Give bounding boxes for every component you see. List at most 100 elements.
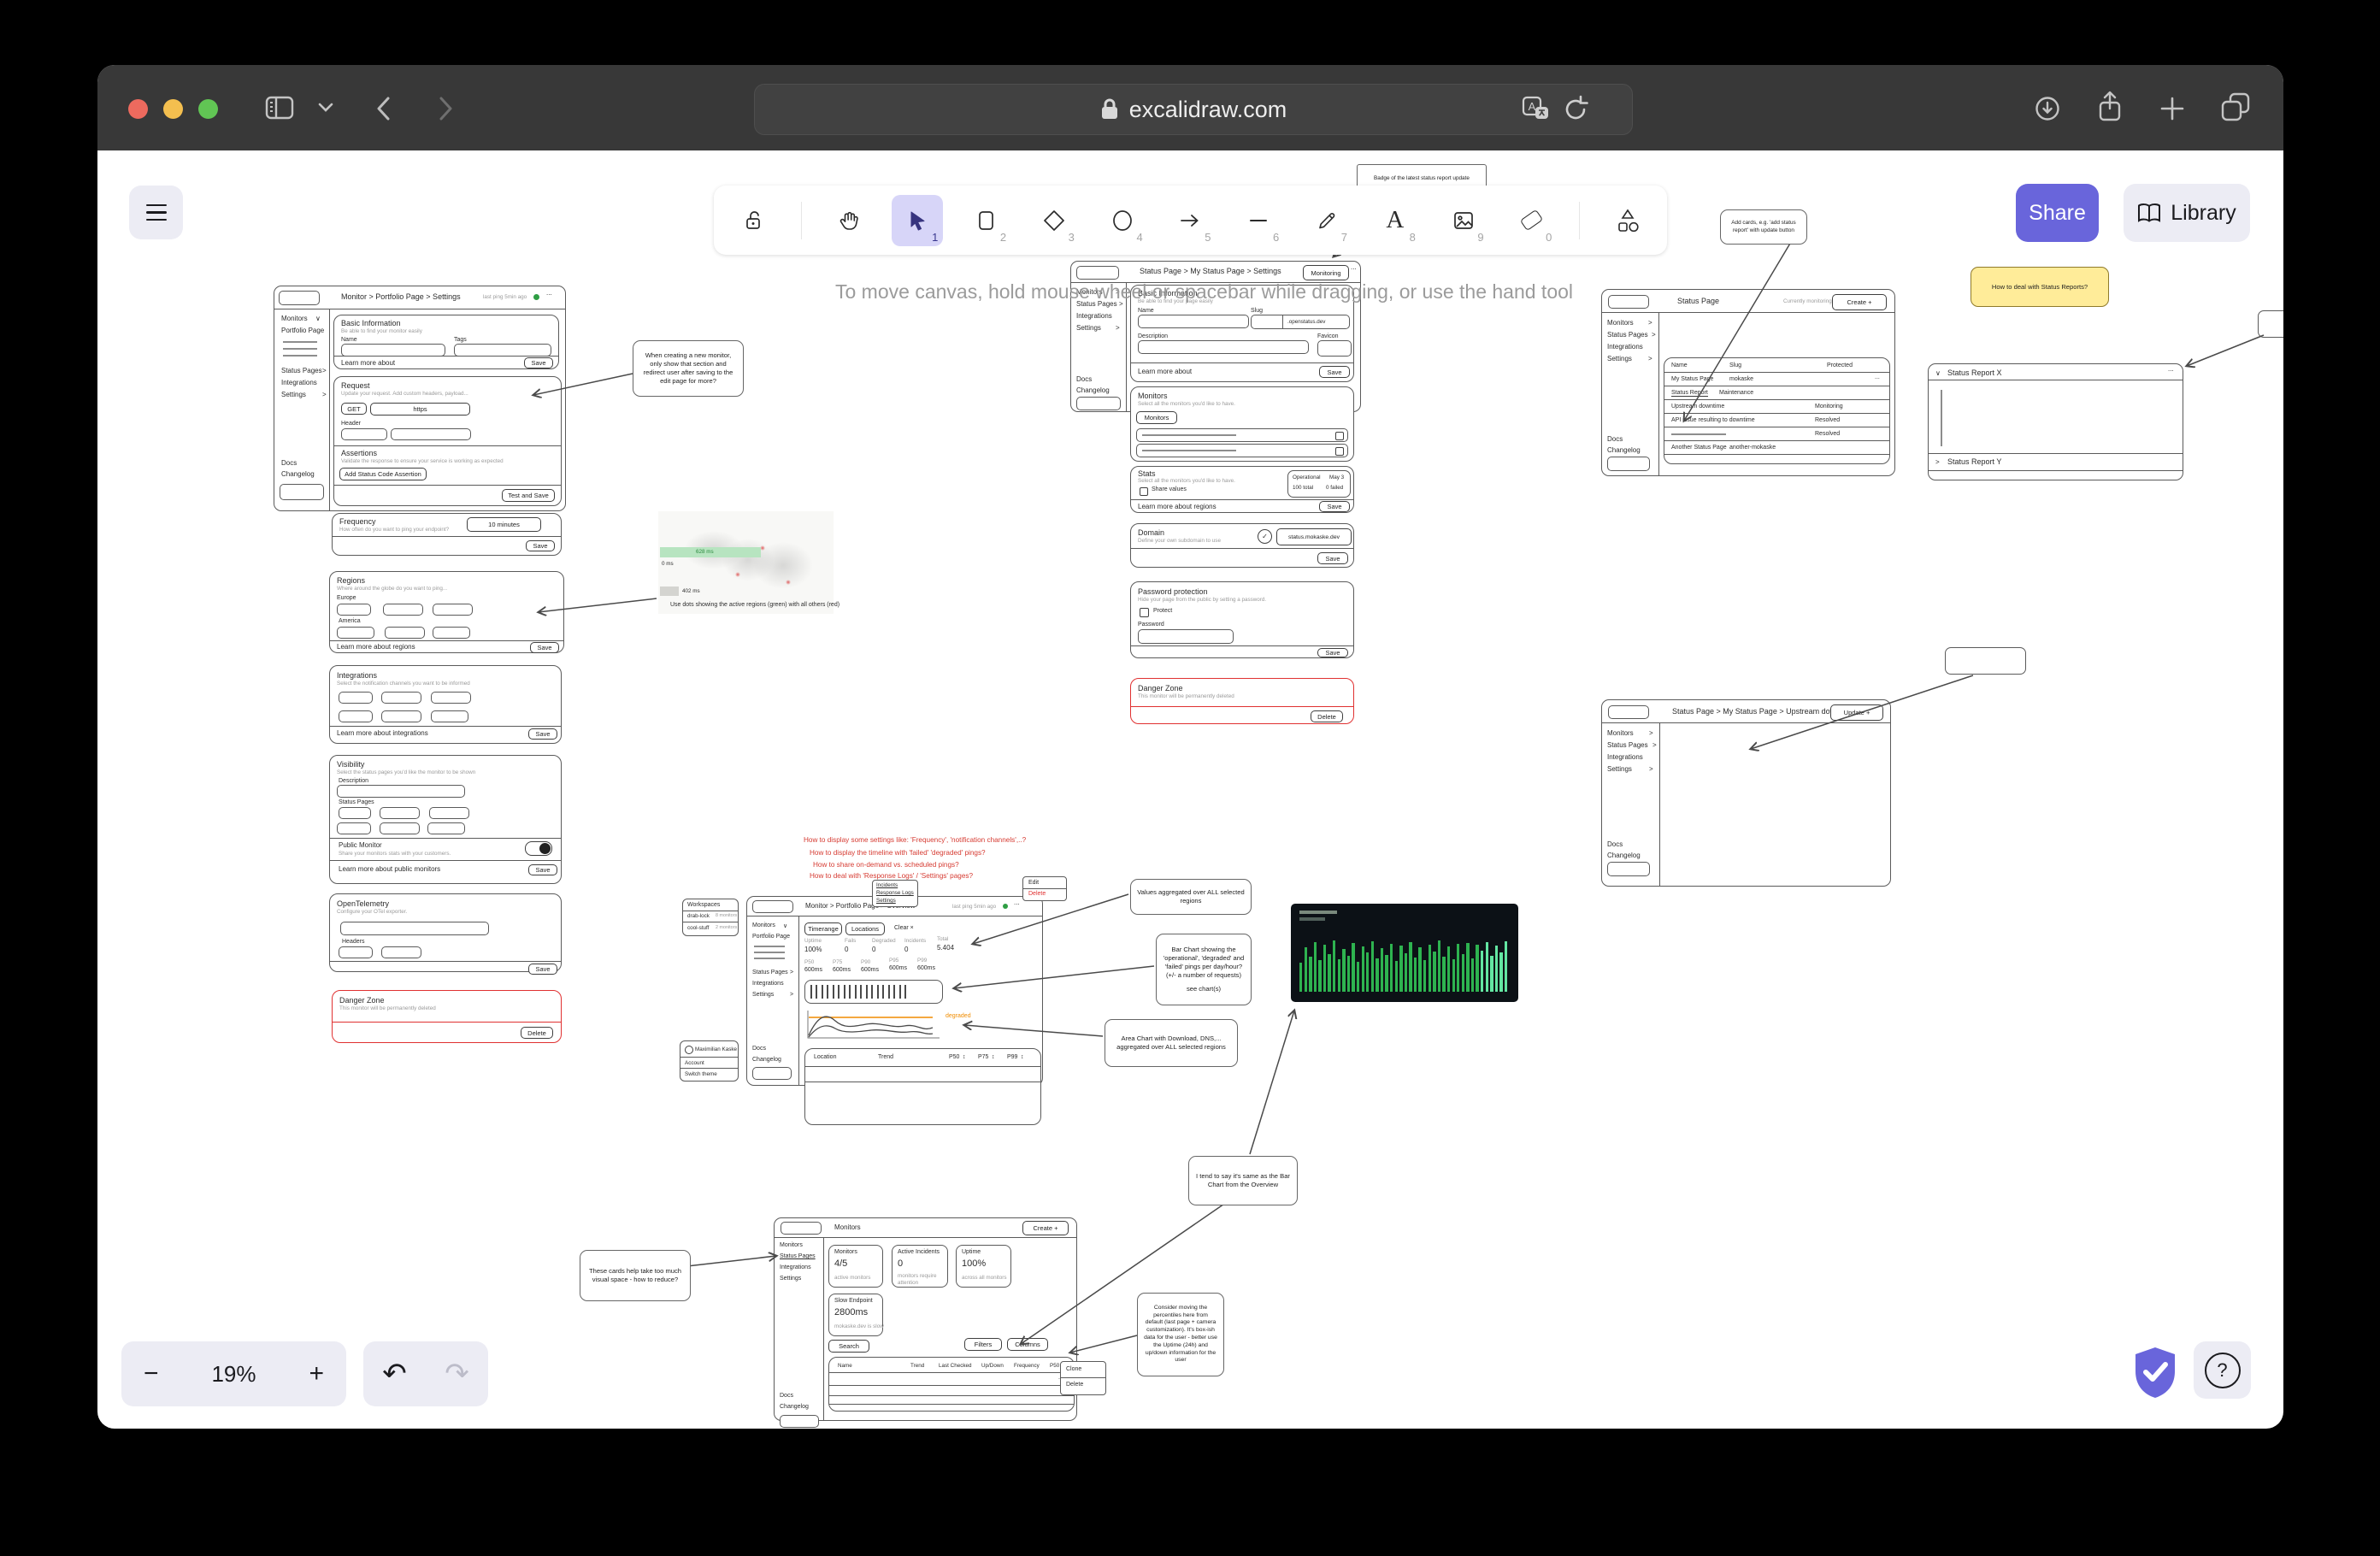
draw-tool[interactable]: 7 [1301, 195, 1352, 246]
zoom-in-button[interactable]: + [309, 1359, 324, 1388]
share-page-icon[interactable] [2096, 91, 2124, 125]
delete-button[interactable]: Delete [1311, 710, 1343, 722]
sticky-area-chart[interactable]: Area Chart with Download, DNS,... aggreg… [1105, 1019, 1238, 1067]
otel-endpoint-input[interactable] [340, 922, 489, 935]
card-basic-information[interactable]: Basic Information Be able to find your m… [333, 315, 559, 369]
sidebar-item-status-pages[interactable]: Status Pages [780, 1253, 816, 1259]
col-header[interactable]: P75 [978, 1054, 988, 1060]
back-icon[interactable] [373, 93, 395, 124]
save-button[interactable]: Save [528, 728, 557, 740]
note-add-cards[interactable]: Add cards, e.g. 'add status report' with… [1720, 209, 1807, 245]
status-page-box[interactable] [380, 807, 420, 819]
red-question[interactable]: How to share on-demand vs. scheduled pin… [813, 861, 959, 869]
card-regions[interactable]: Regions Where around the globe do you wa… [329, 571, 564, 653]
wireframe-monitors-list[interactable]: Monitors Create + Monitors Status Pages … [774, 1217, 1077, 1421]
sticky-new-monitor[interactable]: When creating a new monitor, only show t… [633, 340, 744, 397]
favicon-box[interactable] [1317, 340, 1352, 357]
channel-box[interactable] [381, 692, 421, 704]
sidebar-item-monitors[interactable]: Monitors [281, 315, 308, 322]
sidebar-item-status-pages[interactable]: Status Pages [1607, 331, 1648, 339]
status-page-table[interactable]: Name Slug Protected My Status Page mokas… [1664, 357, 1890, 464]
create-button[interactable]: Create + [1832, 294, 1887, 310]
sidebar-item-settings[interactable]: Settings [780, 1276, 801, 1282]
status-page-box[interactable] [337, 822, 371, 834]
card-sp-password[interactable]: Password protection Hide your page from … [1130, 581, 1354, 658]
sidebar-item-monitors[interactable]: Monitors [752, 922, 775, 928]
sort-icon[interactable]: ↕ [992, 1054, 995, 1060]
delete-button[interactable]: Delete [521, 1027, 553, 1039]
share-button[interactable]: Share [2016, 184, 2099, 242]
menu-item-theme[interactable]: Switch theme [685, 1071, 717, 1077]
table-row[interactable]: My Status Page [1671, 376, 1713, 382]
learn-more-link[interactable]: Learn more about public monitors [339, 865, 440, 873]
wireframe-upstream-downtime[interactable]: Status Page > My Status Page > Upstream … [1601, 699, 1891, 887]
context-menu-edit[interactable]: Edit Delete [1022, 876, 1067, 901]
region-checkbox[interactable] [383, 604, 423, 616]
monitor-row[interactable] [1136, 444, 1348, 457]
checkbox[interactable] [1335, 447, 1344, 456]
region-checkbox[interactable] [337, 604, 371, 616]
map-image[interactable]: 628 ms 0 ms 402 ms Use dots showing the … [658, 511, 834, 614]
sidebar-item-integrations[interactable]: Integrations [281, 379, 317, 386]
sticky-bar-chart[interactable]: Bar Chart showing the 'operational', 'de… [1156, 934, 1252, 1005]
kpi-uptime[interactable]: Uptime 100% across all monitors [956, 1245, 1011, 1288]
tab-status-report[interactable]: Status Report [1671, 390, 1708, 397]
user-menu-card[interactable]: Maximilian Kaske Account Switch theme [680, 1040, 739, 1082]
hamburger-menu-button[interactable] [129, 186, 183, 239]
menu-item-delete[interactable]: Delete [1028, 891, 1046, 897]
sidebar-toggle-icon[interactable] [265, 95, 294, 121]
red-question[interactable]: How to display the timeline with 'failed… [810, 849, 986, 857]
col-header[interactable]: P50 [949, 1054, 959, 1060]
filters-button[interactable]: Filters [964, 1338, 1002, 1351]
sidebar-item-integrations[interactable]: Integrations [752, 981, 784, 987]
name-input[interactable] [341, 344, 445, 357]
status-page-box[interactable] [380, 822, 420, 834]
address-bar[interactable]: excalidraw.com A [754, 84, 1633, 135]
region-checkbox[interactable] [385, 627, 425, 639]
diamond-tool[interactable]: 3 [1028, 195, 1080, 246]
protect-checkbox[interactable] [1140, 608, 1149, 617]
wireframe-monitor-overview[interactable]: Monitor > Portfolio Page > Overview last… [746, 896, 1043, 1086]
save-button[interactable]: Save [1317, 552, 1348, 564]
monitors-button[interactable]: Monitors [1136, 411, 1177, 424]
close-window-button[interactable] [128, 99, 148, 119]
zoom-level[interactable]: 19% [211, 1361, 256, 1388]
name-input[interactable] [1138, 315, 1249, 328]
undo-button[interactable]: ↶ [382, 1357, 407, 1391]
status-page-box[interactable] [339, 807, 371, 819]
add-assertion-button[interactable]: Add Status Code Assertion [339, 468, 427, 480]
search-button[interactable]: Search [828, 1340, 869, 1353]
workspace-item[interactable]: drab-lock [687, 913, 710, 919]
menu-dots[interactable]: ... [546, 289, 552, 297]
sidebar-item-changelog[interactable]: Changelog [780, 1404, 809, 1410]
columns-button[interactable]: Columns [1007, 1338, 1048, 1351]
public-monitor-toggle[interactable] [525, 841, 552, 856]
channel-box[interactable] [381, 710, 421, 722]
header-box[interactable] [381, 946, 421, 958]
sidebar-item-docs[interactable]: Docs [1607, 435, 1623, 443]
channel-box[interactable] [431, 710, 468, 722]
kpi-monitors[interactable]: Monitors 4/5 active monitors [828, 1245, 883, 1288]
sort-icon[interactable]: ↕ [1021, 1054, 1024, 1060]
kpi-incidents[interactable]: Active Incidents 0 monitors require atte… [892, 1245, 948, 1288]
clear-filters[interactable]: Clear × [894, 925, 914, 931]
share-values-checkbox[interactable] [1140, 487, 1148, 496]
save-button[interactable]: Save [528, 964, 557, 975]
domain-input[interactable]: status.mokaske.dev [1276, 528, 1352, 545]
context-menu-pages[interactable]: Incidents Response Logs Settings [872, 880, 918, 907]
region-checkbox[interactable] [433, 627, 470, 639]
menu-item[interactable]: Settings [876, 898, 896, 904]
zoom-out-button[interactable]: − [144, 1359, 159, 1388]
library-button[interactable]: Library [2124, 184, 2250, 242]
latency-line-chart[interactable] [804, 1009, 941, 1041]
sidebar-item-docs[interactable]: Docs [1076, 375, 1092, 383]
downloads-icon[interactable] [2035, 96, 2060, 121]
save-button[interactable]: Save [526, 540, 555, 551]
terminal-chart-image[interactable] [1291, 904, 1518, 1002]
sidebar-item-portfolio[interactable]: Portfolio Page [752, 934, 790, 940]
ping-timeline[interactable] [804, 980, 943, 1004]
sidebar-item-status-pages[interactable]: Status Pages [752, 970, 788, 975]
sidebar-item-integrations[interactable]: Integrations [1076, 312, 1112, 320]
sidebar-item-settings[interactable]: Settings [752, 992, 774, 998]
channel-box[interactable] [339, 710, 373, 722]
